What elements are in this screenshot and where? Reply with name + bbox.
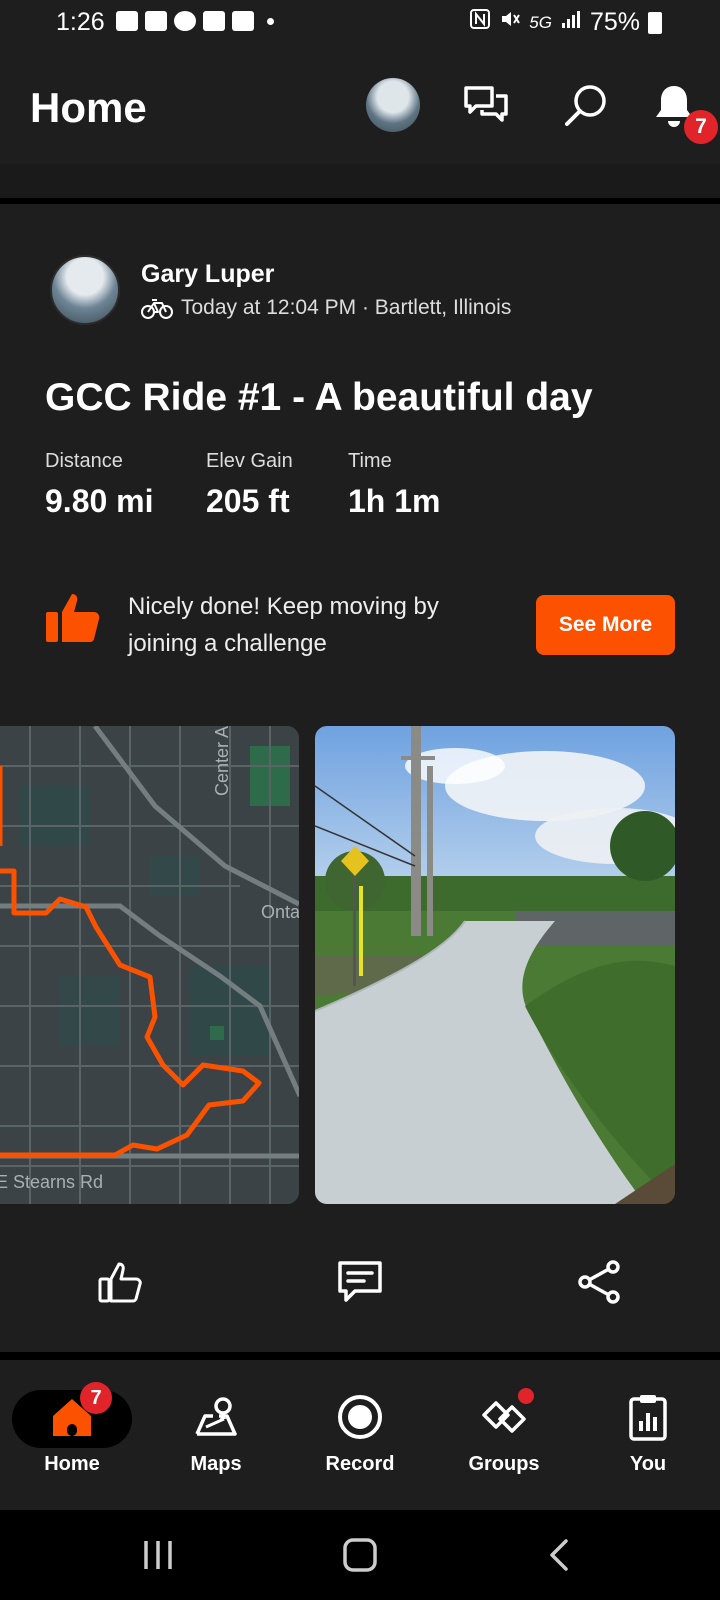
kudos-button[interactable]: [94, 1256, 146, 1308]
search-button[interactable]: [558, 78, 614, 134]
profile-avatar[interactable]: [366, 78, 420, 132]
activity-card: Gary Luper Today at 12:04 PM · Bartlett,…: [0, 204, 720, 1352]
comment-icon: [338, 1261, 382, 1302]
status-time: 1:26: [56, 8, 105, 36]
messenger-icon: [174, 11, 196, 31]
activity-meta: Today at 12:04 PM · Bartlett, Illinois: [141, 296, 511, 320]
back-button[interactable]: [530, 1532, 590, 1578]
map-street-label: Center A: [212, 726, 232, 796]
bike-icon: [141, 299, 173, 319]
chat-notification-icon: [116, 11, 138, 31]
battery-icon: [648, 11, 662, 34]
activity-meta-text: Today at 12:04 PM · Bartlett, Illinois: [181, 296, 512, 319]
stat-time: Time 1h 1m: [348, 450, 440, 520]
athlete-avatar[interactable]: [50, 255, 120, 325]
athlete-name[interactable]: Gary Luper: [141, 260, 274, 289]
stat-elevation: Elev Gain 205 ft: [206, 450, 293, 520]
system-navigation-bar: [0, 1510, 720, 1600]
stat-label: Elev Gain: [206, 450, 293, 472]
notification-badge: 7: [684, 110, 718, 144]
stat-value: 9.80 mi: [45, 483, 154, 519]
clipboard-chart-icon: [623, 1392, 673, 1442]
thumbs-up-icon: [44, 588, 104, 648]
page-title: Home: [30, 84, 147, 131]
facebook-icon: [145, 11, 167, 31]
stat-label: Distance: [45, 450, 123, 472]
bottom-navigation: Home 7 Maps Record Groups You: [0, 1360, 720, 1510]
notification-icons: [116, 11, 274, 31]
stat-value: 205 ft: [206, 483, 290, 519]
divider: [0, 1352, 720, 1360]
nav-label: Record: [325, 1453, 395, 1475]
see-more-button[interactable]: See More: [536, 595, 675, 655]
groups-notification-dot: [518, 1388, 534, 1404]
nav-you[interactable]: You: [576, 1360, 720, 1510]
more-notifications-icon: [267, 17, 274, 25]
status-right: 5G 75%: [469, 8, 662, 37]
nav-label: Home: [44, 1453, 100, 1475]
map-street-label: E Stearns Rd: [0, 1172, 104, 1192]
nav-label: You: [629, 1453, 667, 1475]
thumbs-up-outline-icon: [98, 1262, 142, 1303]
feed-spacer: [0, 164, 720, 198]
recent-apps-button[interactable]: [128, 1532, 188, 1578]
map-icon: [191, 1392, 241, 1442]
comment-button[interactable]: [334, 1256, 386, 1308]
search-icon: [565, 85, 606, 126]
app-header: Home 7: [0, 46, 720, 164]
back-icon: [550, 1539, 568, 1571]
mute-icon: [499, 8, 521, 37]
route-map[interactable]: Center A Onta E Stearns Rd: [0, 726, 299, 1204]
nav-label: Groups: [468, 1453, 540, 1475]
promo-text: Nicely done! Keep moving by joining a ch…: [128, 593, 439, 657]
nav-record[interactable]: Record: [288, 1360, 432, 1510]
stat-label: Time: [348, 450, 392, 472]
network-type: 5G: [529, 12, 552, 32]
facebook-icon-2: [203, 11, 225, 31]
home-system-button[interactable]: [330, 1532, 390, 1578]
signal-icon: [560, 8, 582, 37]
nav-groups[interactable]: Groups: [432, 1360, 576, 1510]
share-icon: [578, 1260, 620, 1304]
stat-distance: Distance 9.80 mi: [45, 450, 154, 520]
chat-bubbles-icon: [464, 86, 508, 122]
messages-button[interactable]: [458, 78, 514, 134]
youtube-icon: [232, 11, 254, 31]
stat-value: 1h 1m: [348, 483, 441, 519]
nfc-icon: [469, 8, 491, 37]
share-button[interactable]: [574, 1256, 626, 1308]
map-street-label: Onta: [261, 902, 299, 922]
nav-home[interactable]: Home: [0, 1360, 144, 1510]
activity-photo[interactable]: [315, 726, 675, 1204]
nav-maps[interactable]: Maps: [144, 1360, 288, 1510]
recent-apps-icon: [144, 1541, 172, 1569]
record-icon: [335, 1392, 385, 1442]
activity-title[interactable]: GCC Ride #1 - A beautiful day: [45, 376, 593, 420]
home-badge: 7: [80, 1382, 112, 1414]
home-square-icon: [343, 1538, 377, 1572]
status-bar: 1:26 5G 75%: [0, 0, 720, 46]
nav-label: Maps: [190, 1453, 242, 1475]
battery-level: 75%: [589, 8, 640, 36]
